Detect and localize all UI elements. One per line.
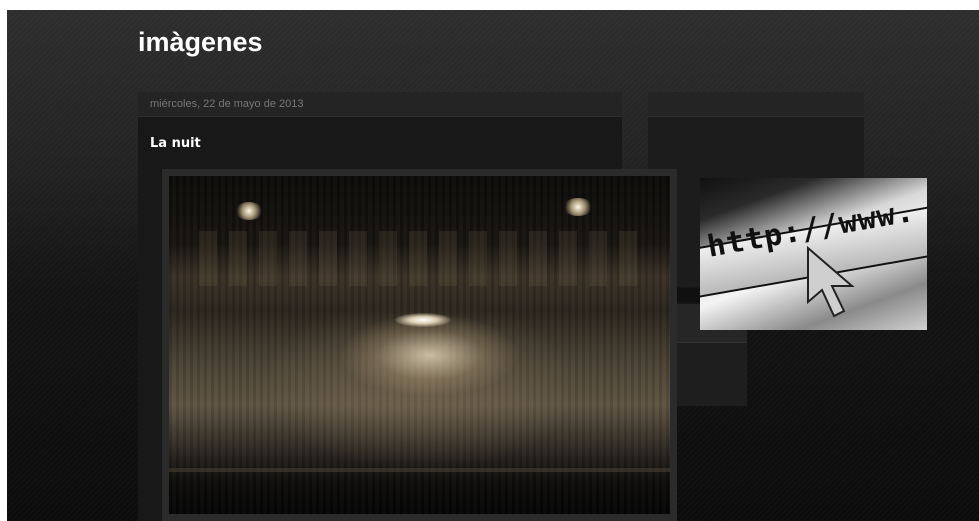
photo-streetlamp-left [235,202,263,220]
photo-center-light [395,313,451,327]
post-photo-frame [162,169,677,521]
post-photo-night-street[interactable] [169,176,670,514]
post-title[interactable]: La nuit [150,136,201,151]
sidebar-widget-header [648,92,864,117]
sidebar-spacer [676,288,700,302]
photo-streetlamp-right [563,198,593,216]
photo-ground-line [169,468,670,472]
blog-page: imàgenes miércoles, 22 de mayo de 2013 L… [7,10,979,521]
sidebar-http-image[interactable]: http://www. [700,178,927,330]
blog-title[interactable]: imàgenes [138,27,263,58]
cursor-arrow-icon [807,246,855,318]
photo-buildings [199,231,649,286]
post-date: miércoles, 22 de mayo de 2013 [138,92,622,117]
